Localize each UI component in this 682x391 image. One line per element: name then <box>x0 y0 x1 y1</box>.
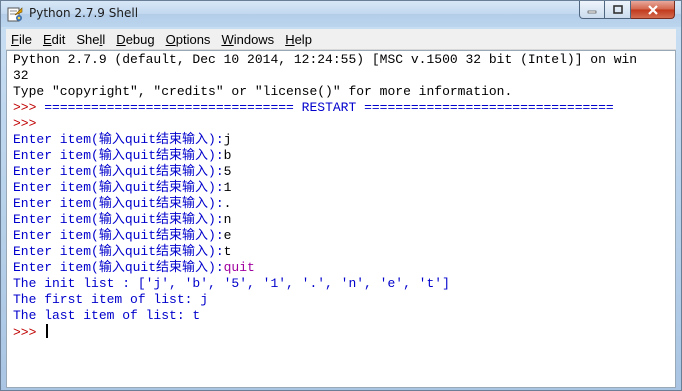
input-prompt-text: Enter item(输入quit结束输入): <box>13 260 224 275</box>
shell-prompt: >>> <box>13 116 45 131</box>
prompt-line: >>> <box>13 116 637 132</box>
input-prompt-text: Enter item(输入quit结束输入): <box>13 180 224 195</box>
restart-text: ================================ RESTART… <box>44 100 614 115</box>
input-prompt-text: Enter item(输入quit结束输入): <box>13 244 224 259</box>
menu-windows-label: indows <box>233 31 275 47</box>
menu-help-mnemonic: H <box>285 31 295 47</box>
menu-help[interactable]: Help <box>280 32 317 47</box>
python-idle-icon <box>7 7 23 22</box>
text-cursor <box>46 324 49 338</box>
menu-options-label: ptions <box>175 31 211 47</box>
banner-line: Python 2.7.9 (default, Dec 10 2014, 12:2… <box>13 52 638 67</box>
window-controls <box>579 1 675 20</box>
menu-help-label: elp <box>294 31 312 47</box>
input-line: Enter item(输入quit结束输入):quit <box>13 260 637 276</box>
menu-shell-label: She <box>76 31 100 47</box>
menu-file-mnemonic: F <box>11 31 19 47</box>
banner-line: 32 <box>13 68 29 83</box>
menu-shell-label-end: l <box>102 31 106 47</box>
menu-windows-mnemonic: W <box>221 31 234 47</box>
menu-debug-mnemonic: D <box>116 31 126 47</box>
minimize-button[interactable] <box>579 1 605 19</box>
menu-options[interactable]: Options <box>161 32 216 47</box>
input-value: n <box>223 212 232 227</box>
input-line: Enter item(输入quit结束输入):b <box>13 148 637 164</box>
input-prompt-text: Enter item(输入quit结束输入): <box>13 164 224 179</box>
input-line: Enter item(输入quit结束输入):t <box>13 244 637 260</box>
menu-file-label: ile <box>18 31 32 47</box>
input-line: Enter item(输入quit结束输入):5 <box>13 164 637 180</box>
title-bar[interactable]: Python 2.7.9 Shell <box>1 1 681 27</box>
maximize-icon <box>612 5 623 14</box>
shell-prompt: >>> <box>13 100 45 115</box>
input-line: Enter item(输入quit结束输入):1 <box>13 180 637 196</box>
input-value: . <box>223 196 232 211</box>
menu-windows[interactable]: Windows <box>216 32 279 47</box>
output-line: The last item of list: t <box>13 308 201 323</box>
input-value: quit <box>223 260 255 275</box>
menu-bar: File Edit Shell Debug Options Windows He… <box>6 29 676 50</box>
input-line: Enter item(输入quit结束输入):n <box>13 212 637 228</box>
input-line: Enter item(输入quit结束输入):. <box>13 196 637 212</box>
menu-debug-label: ebug <box>125 31 155 47</box>
menu-debug[interactable]: Debug <box>111 32 159 47</box>
menu-options-mnemonic: O <box>165 31 176 47</box>
input-value: j <box>223 132 232 147</box>
input-line: Enter item(输入quit结束输入):e <box>13 228 637 244</box>
input-value: b <box>223 148 232 163</box>
shell-prompt: >>> <box>13 325 45 340</box>
shell-text-area[interactable]: Python 2.7.9 (default, Dec 10 2014, 12:2… <box>6 50 676 388</box>
input-prompt-text: Enter item(输入quit结束输入): <box>13 228 224 243</box>
restart-line: >>> ================================ RES… <box>13 100 637 116</box>
input-value: 5 <box>223 164 232 179</box>
input-value: 1 <box>223 180 232 195</box>
input-prompt-text: Enter item(输入quit结束输入): <box>13 148 224 163</box>
menu-edit[interactable]: Edit <box>38 32 70 47</box>
close-button[interactable] <box>631 1 675 19</box>
input-prompt-text: Enter item(输入quit结束输入): <box>13 196 224 211</box>
input-value: e <box>223 228 232 243</box>
banner-line: Type "copyright", "credits" or "license(… <box>13 84 513 99</box>
minimize-icon <box>587 10 597 13</box>
output-line: The init list : ['j', 'b', '5', '1', '.'… <box>13 276 450 291</box>
input-prompt-text: Enter item(输入quit结束输入): <box>13 212 224 227</box>
window-title: Python 2.7.9 Shell <box>29 6 139 20</box>
idle-shell-window: Python 2.7.9 Shell File Edit Shell Debug… <box>0 0 682 391</box>
input-line: Enter item(输入quit结束输入):j <box>13 132 637 148</box>
menu-edit-label: dit <box>51 31 66 47</box>
maximize-button[interactable] <box>605 1 631 19</box>
input-prompt-text: Enter item(输入quit结束输入): <box>13 132 224 147</box>
active-prompt-line[interactable]: >>> <box>13 324 637 340</box>
close-icon <box>647 4 658 15</box>
input-value: t <box>223 244 232 259</box>
menu-edit-mnemonic: E <box>42 31 52 47</box>
menu-shell[interactable]: Shell <box>71 32 110 47</box>
output-line: The first item of list: j <box>13 292 209 307</box>
menu-file[interactable]: File <box>6 32 37 47</box>
